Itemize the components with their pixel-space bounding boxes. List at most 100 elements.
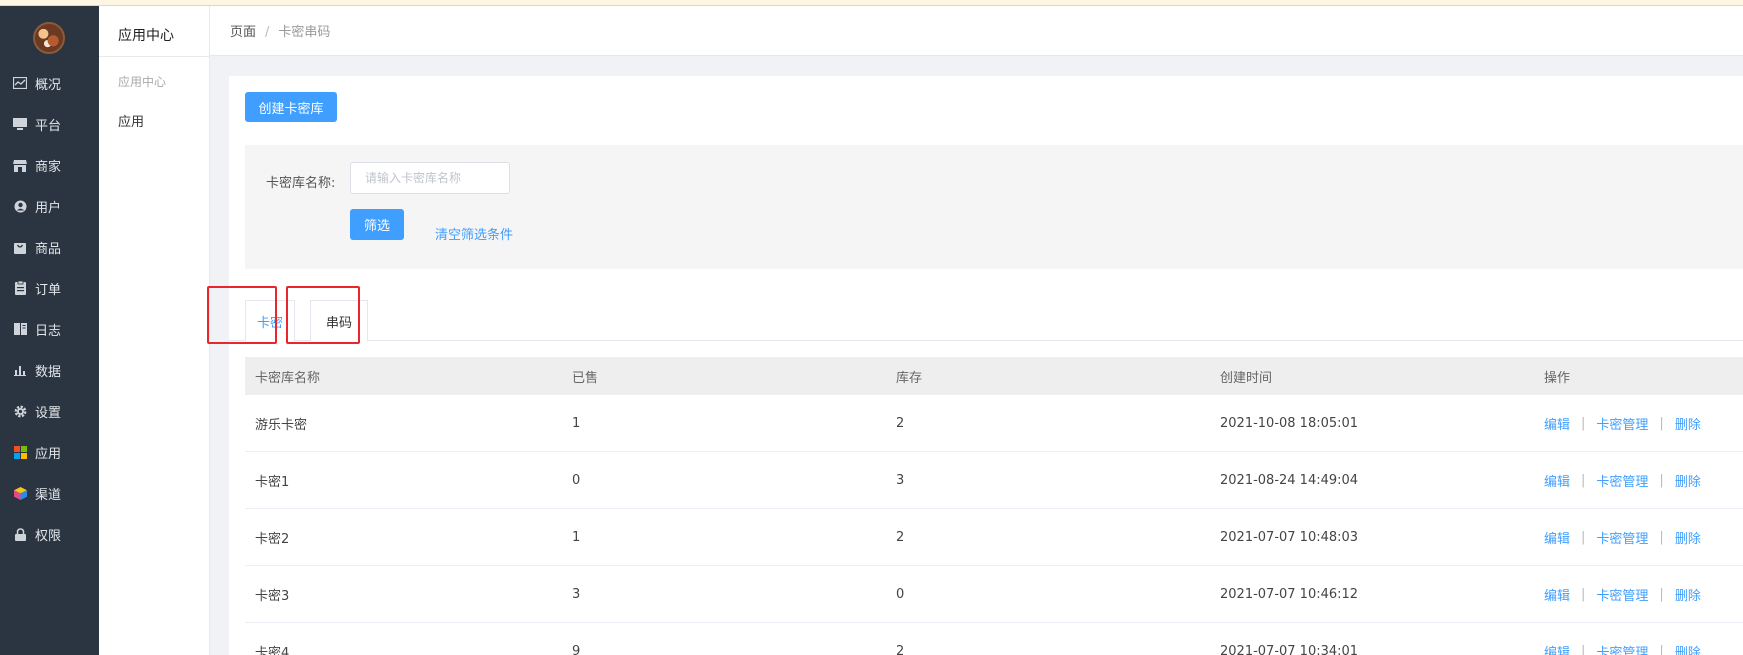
cell-sold: 3 [572, 586, 581, 602]
table-row: 卡密2 1 2 2021-07-07 10:48:03 编辑 | 卡密管理 | 删除 [245, 509, 1743, 566]
cell-name: 卡密3 [255, 588, 290, 604]
delete-link[interactable]: 删除 [1675, 471, 1701, 490]
sidebar-item-data[interactable]: 数据 [0, 355, 99, 385]
apps-icon [13, 445, 27, 459]
sidebar-item-label: 订单 [35, 282, 62, 298]
sidebar-item-label: 用户 [35, 200, 62, 216]
cell-stock: 3 [896, 472, 905, 488]
action-separator: | [1659, 586, 1664, 602]
edit-link[interactable]: 编辑 [1544, 528, 1570, 547]
edit-link[interactable]: 编辑 [1544, 642, 1570, 655]
sidebar-item-logs[interactable]: 日志 [0, 314, 99, 344]
action-separator: | [1659, 415, 1664, 431]
sidebar-item-channels[interactable]: 渠道 [0, 478, 99, 508]
sidebar-item-products[interactable]: 商品 [0, 232, 99, 262]
cell-created: 2021-07-07 10:46:12 [1220, 586, 1359, 602]
sidebar-item-orders[interactable]: 订单 [0, 273, 99, 303]
cell-sold: 1 [572, 415, 581, 431]
table-row: 游乐卡密 1 2 2021-10-08 18:05:01 编辑 | 卡密管理 | 删除 [245, 395, 1743, 452]
sidebar-item-users[interactable]: 用户 [0, 191, 99, 221]
sidebar-item-label: 数据 [35, 364, 62, 380]
edit-link[interactable]: 编辑 [1544, 471, 1570, 490]
subbar-title: 应用中心 [118, 28, 174, 44]
manage-link[interactable]: 卡密管理 [1596, 414, 1648, 433]
header-stock: 库存 [896, 370, 923, 386]
app-logo[interactable] [33, 22, 65, 54]
cell-name: 卡密1 [255, 474, 290, 490]
cell-stock: 2 [896, 529, 905, 545]
table-header: 卡密库名称 已售 库存 创建时间 操作 [245, 357, 1743, 395]
delete-link[interactable]: 删除 [1675, 414, 1701, 433]
cell-stock: 2 [896, 415, 905, 431]
cell-created: 2021-08-24 14:49:04 [1220, 472, 1359, 488]
subbar-group-label: 应用中心 [118, 75, 167, 89]
sidebar-item-label: 日志 [35, 323, 62, 339]
cube-icon [13, 486, 27, 500]
header-name: 卡密库名称 [255, 370, 321, 386]
manage-link[interactable]: 卡密管理 [1596, 471, 1648, 490]
main-sidebar: 概况 平台 商家 用户 商品 订单 日志 数据 设置 应用 渠道 权限 [0, 6, 99, 655]
main-card: 创建卡密库 卡密库名称: 筛选 清空筛选条件 卡密 串码 卡密库名称 已售 库存… [207, 76, 1743, 655]
cell-sold: 0 [572, 472, 581, 488]
action-separator: | [1659, 472, 1664, 488]
tab-card-secret[interactable]: 卡密 [245, 300, 295, 342]
name-filter-input[interactable] [350, 162, 510, 194]
clipboard-icon [13, 281, 27, 295]
manage-link[interactable]: 卡密管理 [1596, 528, 1648, 547]
page-header: 页面 / 卡密串码 [210, 6, 1743, 56]
sidebar-item-label: 应用 [35, 446, 62, 462]
dashboard-icon [13, 76, 27, 90]
cell-name: 卡密2 [255, 531, 290, 547]
filter-submit-button[interactable]: 筛选 [350, 209, 404, 240]
subbar-divider [99, 56, 210, 57]
cell-name: 游乐卡密 [255, 417, 308, 433]
lock-icon [13, 527, 27, 541]
manage-link[interactable]: 卡密管理 [1596, 585, 1648, 604]
breadcrumb-separator: / [265, 25, 270, 40]
delete-link[interactable]: 删除 [1675, 528, 1701, 547]
sidebar-item-permissions[interactable]: 权限 [0, 519, 99, 549]
sidebar-item-label: 设置 [35, 405, 62, 421]
bag-icon [13, 240, 27, 254]
sidebar-item-label: 概况 [35, 77, 62, 93]
create-card-library-button[interactable]: 创建卡密库 [245, 92, 337, 122]
cell-created: 2021-10-08 18:05:01 [1220, 415, 1359, 431]
row-actions: 编辑 | 卡密管理 | 删除 [1544, 585, 1743, 604]
bar-chart-icon [13, 363, 27, 377]
tab-serial-code[interactable]: 串码 [310, 300, 368, 341]
action-separator: | [1581, 586, 1586, 602]
action-separator: | [1581, 472, 1586, 488]
subbar-item-apps[interactable]: 应用 [118, 111, 144, 130]
cell-sold: 1 [572, 529, 581, 545]
manage-link[interactable]: 卡密管理 [1596, 642, 1648, 655]
sidebar-item-merchants[interactable]: 商家 [0, 150, 99, 180]
action-separator: | [1581, 643, 1586, 655]
delete-link[interactable]: 删除 [1675, 642, 1701, 655]
monitor-icon [13, 117, 27, 131]
store-icon [13, 158, 27, 172]
user-icon [13, 199, 27, 213]
cell-stock: 2 [896, 643, 905, 655]
sidebar-item-label: 平台 [35, 118, 62, 134]
action-separator: | [1581, 529, 1586, 545]
header-sold: 已售 [572, 370, 599, 386]
row-actions: 编辑 | 卡密管理 | 删除 [1544, 414, 1743, 433]
breadcrumb-root[interactable]: 页面 [230, 25, 256, 40]
edit-link[interactable]: 编辑 [1544, 414, 1570, 433]
delete-link[interactable]: 删除 [1675, 585, 1701, 604]
action-separator: | [1581, 415, 1586, 431]
sidebar-item-settings[interactable]: 设置 [0, 396, 99, 426]
sidebar-item-label: 商品 [35, 241, 62, 257]
sidebar-item-overview[interactable]: 概况 [0, 68, 99, 98]
sidebar-item-platform[interactable]: 平台 [0, 109, 99, 139]
tabs-baseline [229, 340, 1743, 341]
filter-panel: 卡密库名称: 筛选 清空筛选条件 [245, 145, 1743, 269]
breadcrumb-current: 卡密串码 [278, 25, 331, 40]
sidebar-item-apps[interactable]: 应用 [0, 437, 99, 467]
book-icon [13, 322, 27, 336]
clear-filter-link[interactable]: 清空筛选条件 [435, 224, 513, 243]
edit-link[interactable]: 编辑 [1544, 585, 1570, 604]
breadcrumb: 页面 / 卡密串码 [230, 21, 330, 40]
table-row: 卡密4 9 2 2021-07-07 10:34:01 编辑 | 卡密管理 | 删除 [245, 623, 1743, 655]
table-row: 卡密3 3 0 2021-07-07 10:46:12 编辑 | 卡密管理 | 删除 [245, 566, 1743, 623]
